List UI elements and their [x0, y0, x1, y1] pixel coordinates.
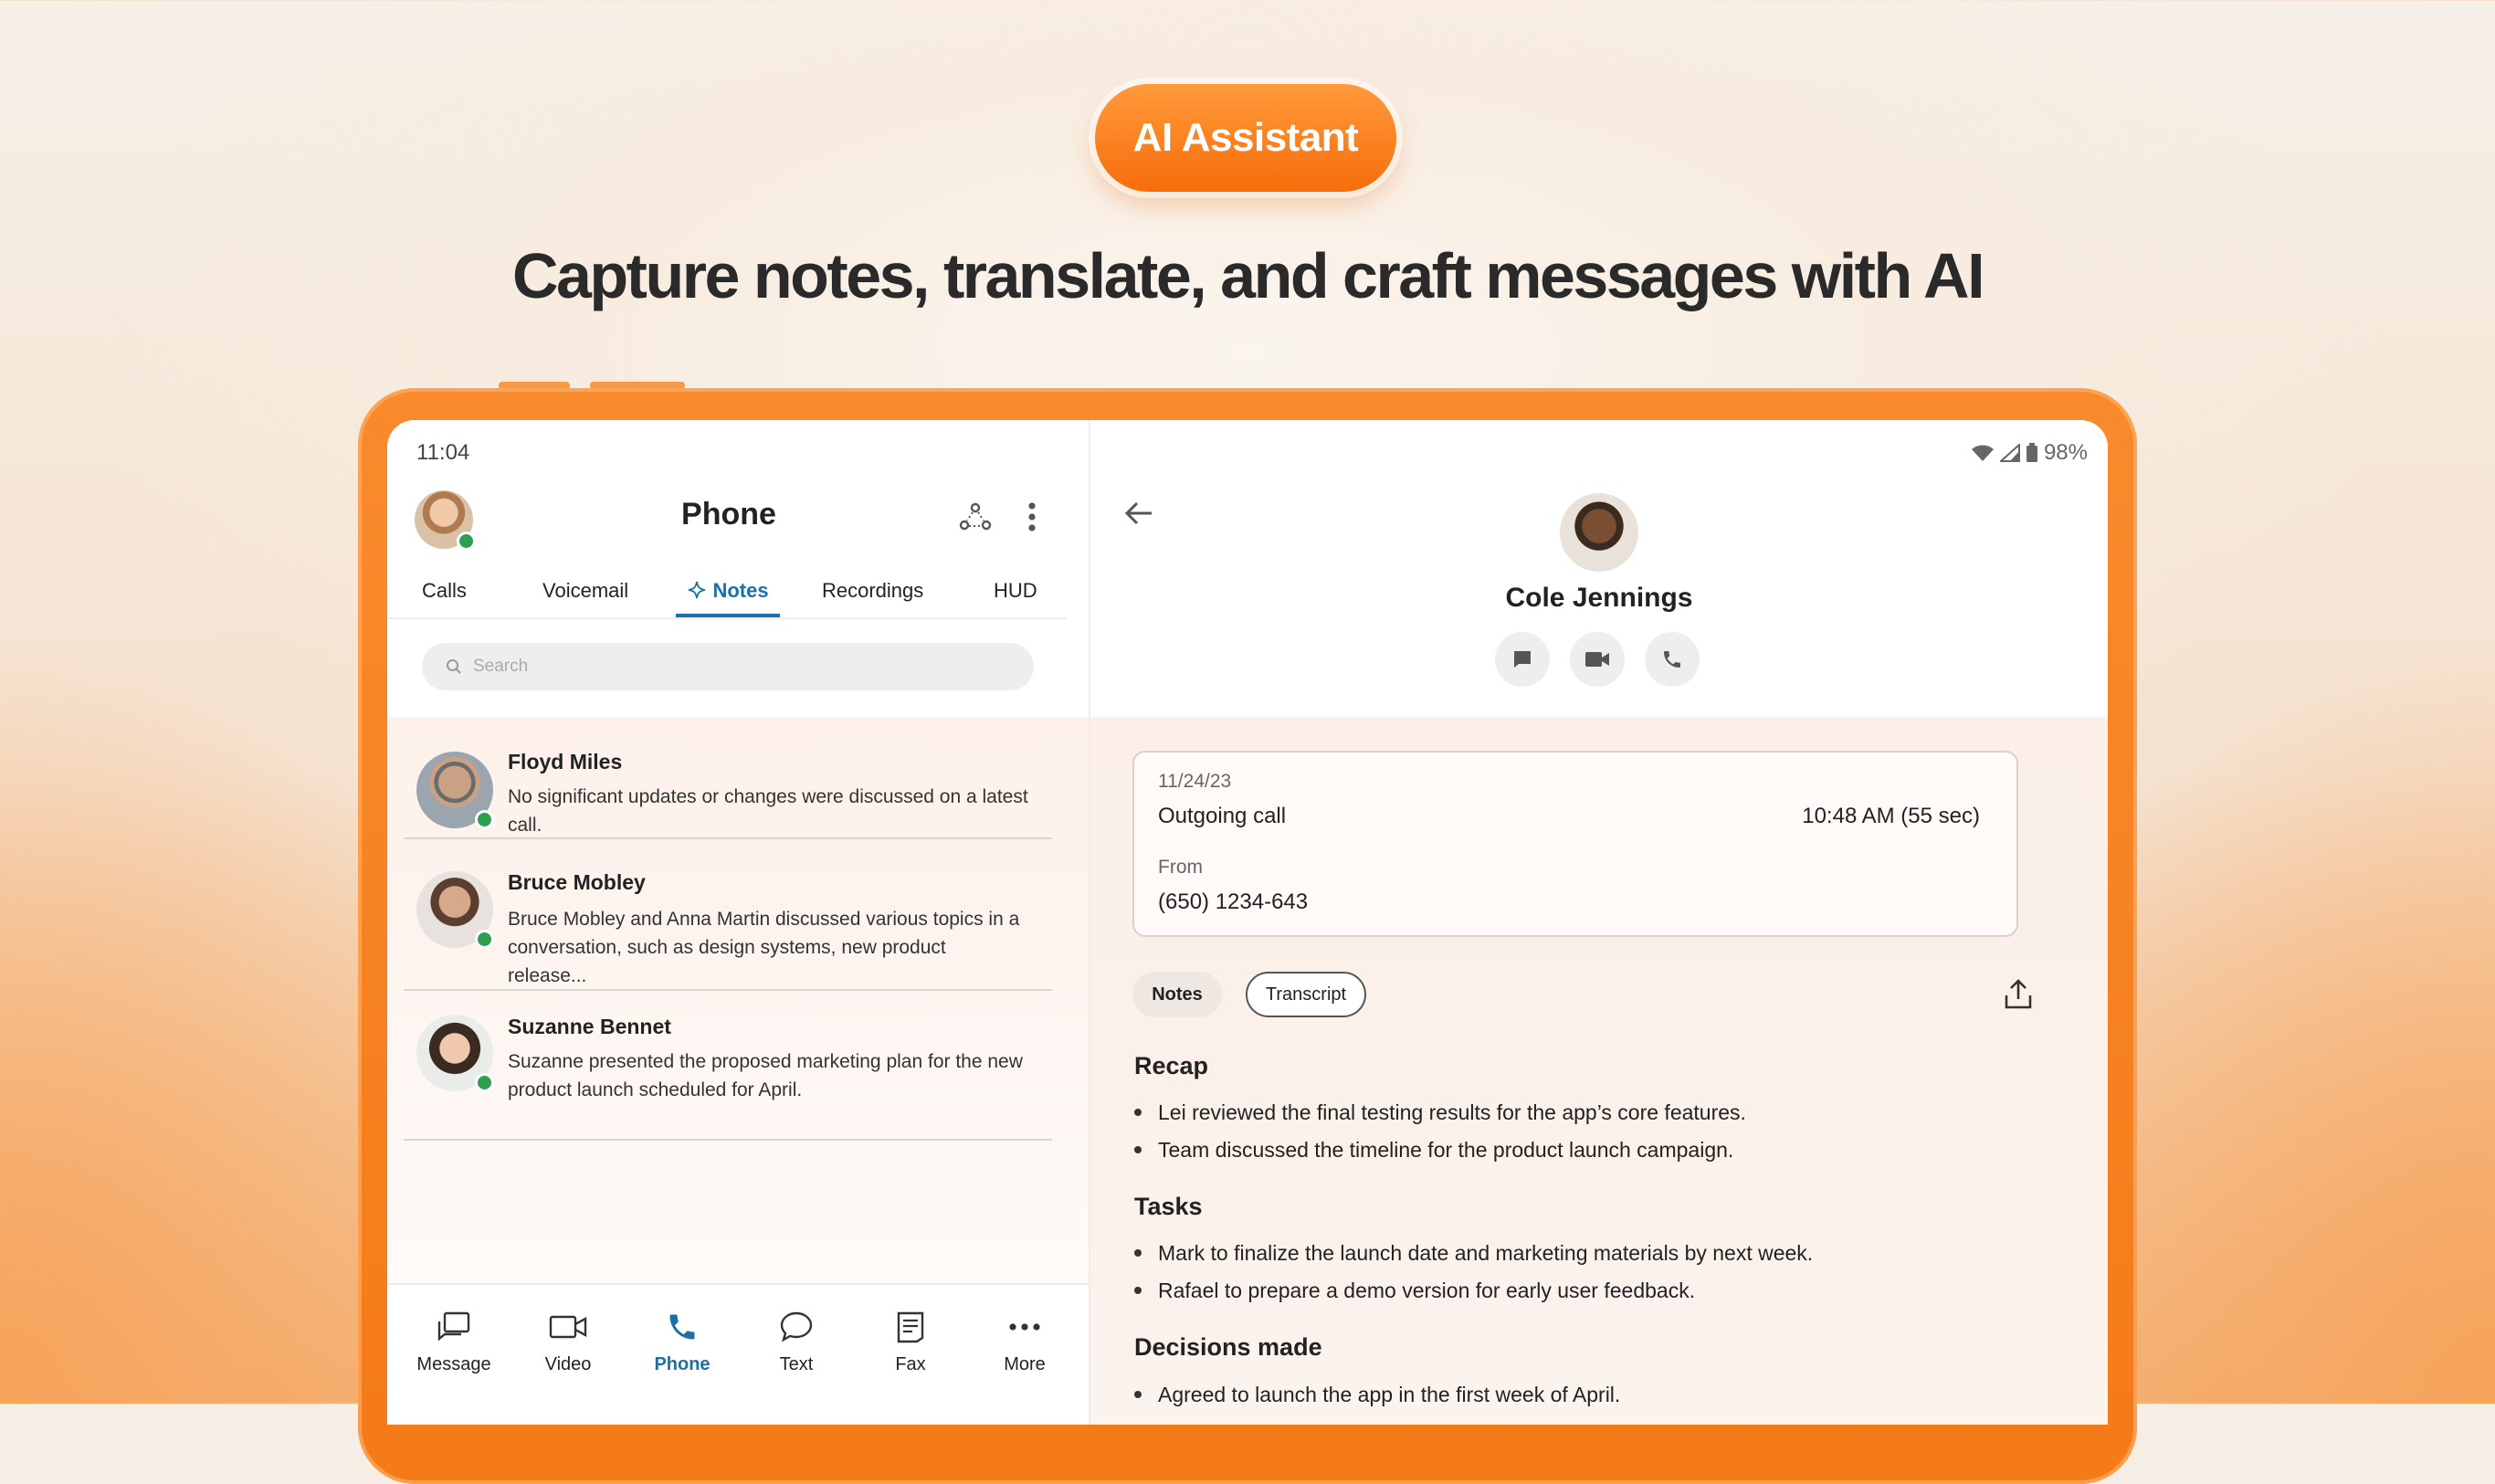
nav-label: Video	[544, 1354, 592, 1374]
phone-icon	[669, 1314, 695, 1340]
nav-label: Phone	[654, 1354, 711, 1374]
video-icon	[1585, 652, 1609, 667]
recap-heading: Recap	[1134, 1052, 1209, 1079]
phone-icon	[1664, 651, 1680, 668]
list-item[interactable]: Bruce Mobley Bruce Mobley and Anna Marti…	[404, 839, 1052, 991]
task-item: Rafael to prepare a demo version for ear…	[1134, 1279, 1695, 1303]
nav-label: Fax	[895, 1354, 926, 1374]
nav-phone[interactable]: Phone	[632, 1307, 732, 1375]
video-icon	[549, 1315, 587, 1339]
note-contact-name: Floyd Miles	[508, 750, 623, 774]
arrow-left-icon	[1124, 501, 1152, 525]
task-item: Mark to finalize the launch date and mar…	[1134, 1241, 1813, 1266]
call-type: Outgoing call	[1158, 804, 1287, 828]
contact-avatar	[1560, 493, 1638, 572]
search-icon	[447, 659, 461, 674]
decisions-heading: Decisions made	[1134, 1333, 1322, 1361]
signal-icon	[1999, 444, 2020, 462]
tasks-heading: Tasks	[1134, 1193, 1203, 1220]
search-placeholder: Search	[473, 657, 529, 676]
note-detail-pane: 98% Cole Jennings 11/24/23 Outgoing call…	[1090, 420, 2108, 1425]
fax-icon	[897, 1311, 924, 1343]
more-vertical-icon[interactable]	[1014, 499, 1050, 535]
phone-pane: 11:04 Phone Calls Voicemail Notes Record…	[387, 420, 1090, 1425]
recap-item: Lei reviewed the final testing results f…	[1134, 1100, 1746, 1125]
more-horizontal-icon	[1009, 1323, 1040, 1331]
tab-voicemail[interactable]: Voicemail	[542, 566, 628, 617]
nav-video[interactable]: Video	[518, 1307, 618, 1375]
search-input[interactable]: Search	[422, 643, 1034, 690]
nav-message[interactable]: Message	[404, 1307, 504, 1375]
tab-calls[interactable]: Calls	[422, 566, 467, 617]
note-summary: Bruce Mobley and Anna Martin discussed v…	[508, 909, 1020, 986]
status-time: 11:04	[416, 440, 470, 465]
headline: Capture notes, translate, and craft mess…	[511, 240, 1985, 311]
notes-list: Floyd Miles No significant updates or ch…	[387, 717, 1089, 1283]
from-label: From	[1158, 857, 1203, 878]
tab-label: Voicemail	[542, 579, 629, 602]
tablet-screen: 11:04 Phone Calls Voicemail Notes Record…	[387, 420, 2108, 1425]
nav-label: More	[1004, 1354, 1046, 1374]
call-details-card: 11/24/23 Outgoing call 10:48 AM (55 sec)…	[1132, 751, 2018, 937]
tab-hud[interactable]: HUD	[994, 566, 1037, 617]
battery-level: 98%	[2043, 440, 2088, 465]
call-button[interactable]	[1645, 632, 1700, 687]
chip-label: Transcript	[1265, 984, 1347, 1005]
chip-label: Notes	[1152, 984, 1203, 1005]
tab-recordings[interactable]: Recordings	[822, 566, 923, 617]
chip-notes[interactable]: Notes	[1132, 972, 1222, 1017]
from-number: (650) 1234-643	[1158, 889, 1309, 914]
note-summary: No significant updates or changes were d…	[508, 786, 1028, 836]
sparkle-icon	[689, 581, 706, 599]
message-icon	[437, 1311, 470, 1342]
recap-item: Team discussed the timeline for the prod…	[1134, 1138, 1733, 1163]
status-bar: 98%	[1971, 440, 2088, 466]
list-item[interactable]: Suzanne Bennet Suzanne presented the pro…	[404, 991, 1052, 1141]
integrations-icon[interactable]	[957, 499, 994, 535]
ai-assistant-badge: AI Assistant	[1095, 84, 1396, 192]
contact-name: Cole Jennings	[1505, 583, 1693, 613]
chip-transcript[interactable]: Transcript	[1246, 972, 1366, 1017]
call-time: 10:48 AM (55 sec)	[1802, 804, 1980, 828]
note-contact-name: Bruce Mobley	[508, 870, 646, 894]
wifi-icon	[1971, 445, 1994, 461]
call-date: 11/24/23	[1158, 771, 1232, 792]
video-call-button[interactable]	[1570, 632, 1625, 687]
back-button[interactable]	[1123, 500, 1154, 531]
note-contact-name: Suzanne Bennet	[508, 1015, 671, 1038]
note-summary: Suzanne presented the proposed marketing…	[508, 1051, 1023, 1100]
nav-label: Text	[779, 1354, 814, 1374]
nav-fax[interactable]: Fax	[860, 1307, 961, 1375]
tab-notes[interactable]: Notes	[676, 566, 780, 617]
nav-more[interactable]: More	[974, 1307, 1075, 1375]
message-contact-button[interactable]	[1495, 632, 1550, 687]
phone-tabs: Calls Voicemail Notes Recordings HUD	[387, 566, 1067, 619]
message-icon	[1514, 651, 1531, 668]
nav-text[interactable]: Text	[746, 1307, 847, 1375]
tab-label: HUD	[994, 579, 1037, 602]
chat-bubble-icon	[780, 1311, 813, 1342]
nav-label: Message	[416, 1354, 491, 1374]
presence-dot	[457, 532, 476, 551]
share-button[interactable]	[2004, 979, 2033, 1015]
share-icon	[2005, 979, 2032, 1009]
list-item[interactable]: Floyd Miles No significant updates or ch…	[404, 717, 1052, 839]
presence-dot	[475, 810, 494, 829]
tab-label: Recordings	[822, 579, 924, 602]
battery-icon	[2026, 443, 2037, 462]
tab-label: Notes	[712, 579, 769, 602]
presence-dot	[475, 1073, 494, 1092]
tab-label: Calls	[422, 579, 467, 602]
presence-dot	[475, 930, 494, 949]
